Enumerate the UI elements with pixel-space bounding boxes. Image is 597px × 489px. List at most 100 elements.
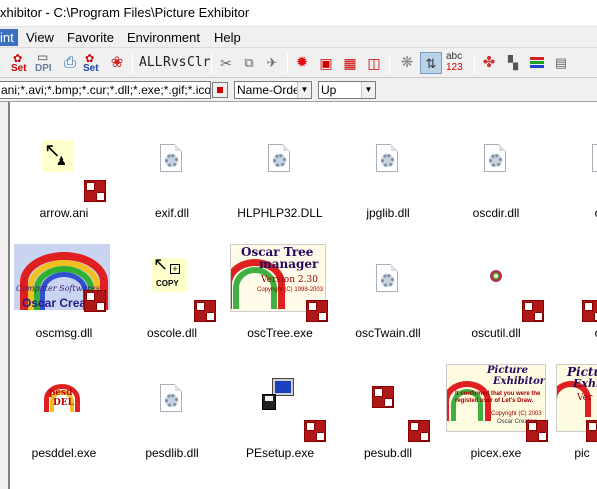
thumbnail-item[interactable]: oscutil.dll <box>436 242 556 362</box>
format-badge <box>522 300 544 322</box>
dll-file-icon <box>268 144 290 172</box>
file-name: jpglib.dll <box>366 206 410 220</box>
sort-field-select[interactable]: Name-Order ▼ <box>234 81 312 99</box>
format-badge <box>194 300 216 322</box>
setup-computer-icon <box>262 378 296 410</box>
cut-icon[interactable]: ✂ <box>215 52 237 74</box>
file-name: pesub.dll <box>363 446 413 460</box>
color-balance-icon[interactable]: ✤ <box>478 52 500 74</box>
file-name: osc <box>544 326 597 340</box>
dll-file-icon <box>592 144 597 172</box>
thumbnail-item[interactable]: oscdir.dll <box>436 132 556 252</box>
cursor-icon: ↖ ♟ <box>42 140 74 172</box>
file-name: oscmsg.dll <box>35 326 93 340</box>
thumbnail-item[interactable]: ↖ ♟ arrow.ani <box>10 132 124 252</box>
file-name: oscole.dll <box>146 326 198 340</box>
thumbnail-item[interactable]: pesdlib.dll <box>112 362 232 482</box>
sort-direction-select[interactable]: Up ▼ <box>318 81 376 99</box>
pesddel-icon: pesd DEL <box>44 382 80 412</box>
dll-file-icon <box>160 144 182 172</box>
dll-file-icon <box>160 384 182 412</box>
thumbnail-item[interactable]: exif.dll <box>112 132 232 252</box>
copy-icon[interactable]: ⧉ <box>238 52 260 74</box>
separator <box>132 53 133 73</box>
thumbnail-item[interactable]: oscTwain.dll <box>328 242 448 362</box>
filter-bar: ani;*.avi;*.bmp;*.cur;*.dll;*.exe;*.gif;… <box>0 78 597 102</box>
menu-environment[interactable]: Environment <box>123 29 204 46</box>
set-print-button[interactable]: ✿ Set <box>10 52 32 74</box>
thumbnail-icon[interactable]: ▤ <box>550 52 572 74</box>
thumbnail-item[interactable]: osc <box>544 242 597 362</box>
color-wheel-icon <box>490 270 502 282</box>
file-name: arrow.ani <box>39 206 89 220</box>
file-name: HLPHLP32.DLL <box>237 206 323 220</box>
reverse-selection-button[interactable]: Rvs <box>163 54 186 72</box>
thumbnail-view: ↖ ♟ arrow.ani exif.dll HLPHLP32.DLL jpgl… <box>10 102 597 489</box>
menu-print[interactable]: int <box>0 29 18 46</box>
format-badge <box>408 420 430 442</box>
file-name: pesdlib.dll <box>145 446 199 460</box>
thumbnail-item[interactable]: pesub.dll <box>328 362 448 482</box>
thumbnail-item[interactable]: HLPHLP32.DLL <box>220 132 340 252</box>
thumbnail-item[interactable]: Oscar Tree manager Version 2.30 Copyrigh… <box>220 242 340 362</box>
menu-bar: int View Favorite Environment Help <box>0 27 597 48</box>
file-name: pic <box>574 446 590 460</box>
thumbnail-item[interactable]: jpglib.dll <box>328 132 448 252</box>
dll-file-icon <box>376 264 398 292</box>
dpi-button[interactable]: ▭ DPI <box>34 52 56 74</box>
slideshow-icon[interactable]: ◫ <box>363 52 385 74</box>
grid-icon[interactable]: ▦ <box>339 52 361 74</box>
menu-favorite[interactable]: Favorite <box>63 29 118 46</box>
left-frame <box>0 102 10 489</box>
dll-file-icon <box>376 144 398 172</box>
thumbnail-item[interactable]: osc <box>544 132 597 252</box>
format-badge <box>84 290 106 312</box>
file-name: osc <box>544 206 597 220</box>
thumbnail-item[interactable]: ↖ + COPY oscole.dll <box>112 242 232 362</box>
format-badge <box>304 420 326 442</box>
sort-icon[interactable]: ⇅ <box>420 52 442 74</box>
format-badge <box>372 386 394 408</box>
separator <box>287 53 288 73</box>
file-name: oscTree.exe <box>247 326 313 340</box>
clear-selection-button[interactable]: Clr <box>187 54 210 72</box>
format-badge <box>84 180 106 202</box>
thumbnail-item[interactable]: PEsetup.exe <box>220 362 340 482</box>
file-name: exif.dll <box>154 206 189 220</box>
filter-apply-button[interactable] <box>212 82 228 98</box>
menu-help[interactable]: Help <box>210 29 245 46</box>
menu-view[interactable]: View <box>22 29 58 46</box>
copy-cursor-icon: ↖ + COPY <box>152 254 188 292</box>
file-name: pesddel.exe <box>31 446 97 460</box>
format-badge <box>586 420 597 442</box>
stripes-icon[interactable] <box>526 52 548 74</box>
frame-icon[interactable]: ▣ <box>315 52 337 74</box>
toolbar: ✿ Set ▭ DPI ⎙ ✿ Set ❀ ALL Rvs Clr ✂ ⧉ ✈ … <box>0 48 597 78</box>
colors-icon[interactable]: ❀ <box>106 52 128 74</box>
file-name: PEsetup.exe <box>245 446 315 460</box>
abc-123-button[interactable]: abc 123 <box>444 52 470 74</box>
dll-file-icon <box>484 144 506 172</box>
stop-icon <box>217 87 223 93</box>
thumbnail-item[interactable]: Picture Exhibitor It confirmed that you … <box>436 362 556 482</box>
file-name: oscdir.dll <box>472 206 520 220</box>
thumbnail-item[interactable]: pesd DEL pesddel.exe <box>10 362 124 482</box>
thumbnail-item[interactable]: Pictu Exhi Ver pic <box>544 362 597 482</box>
window-title: xhibitor - C:\Program Files\Picture Exhi… <box>0 5 250 20</box>
select-all-button[interactable]: ALL <box>139 54 162 72</box>
extension-filter-input[interactable]: ani;*.avi;*.bmp;*.cur;*.dll;*.exe;*.gif;… <box>0 81 211 99</box>
file-name: oscutil.dll <box>471 326 521 340</box>
printer-icon[interactable]: ⎙ <box>59 52 81 74</box>
separator <box>474 53 475 73</box>
search-icon[interactable]: ❋ <box>396 52 418 74</box>
separator <box>389 53 390 73</box>
tile-icon[interactable]: ▚ <box>502 52 524 74</box>
set-env-button[interactable]: ✿ Set <box>82 52 104 74</box>
file-name: oscTwain.dll <box>355 326 421 340</box>
chevron-down-icon: ▼ <box>361 82 375 98</box>
brightness-icon[interactable]: ✹ <box>291 52 313 74</box>
thumbnail-item[interactable]: Computer Softwares Oscar Creati oscmsg.d… <box>10 242 124 362</box>
separator <box>211 53 212 73</box>
format-badge <box>306 300 328 322</box>
move-icon[interactable]: ✈ <box>261 52 283 74</box>
